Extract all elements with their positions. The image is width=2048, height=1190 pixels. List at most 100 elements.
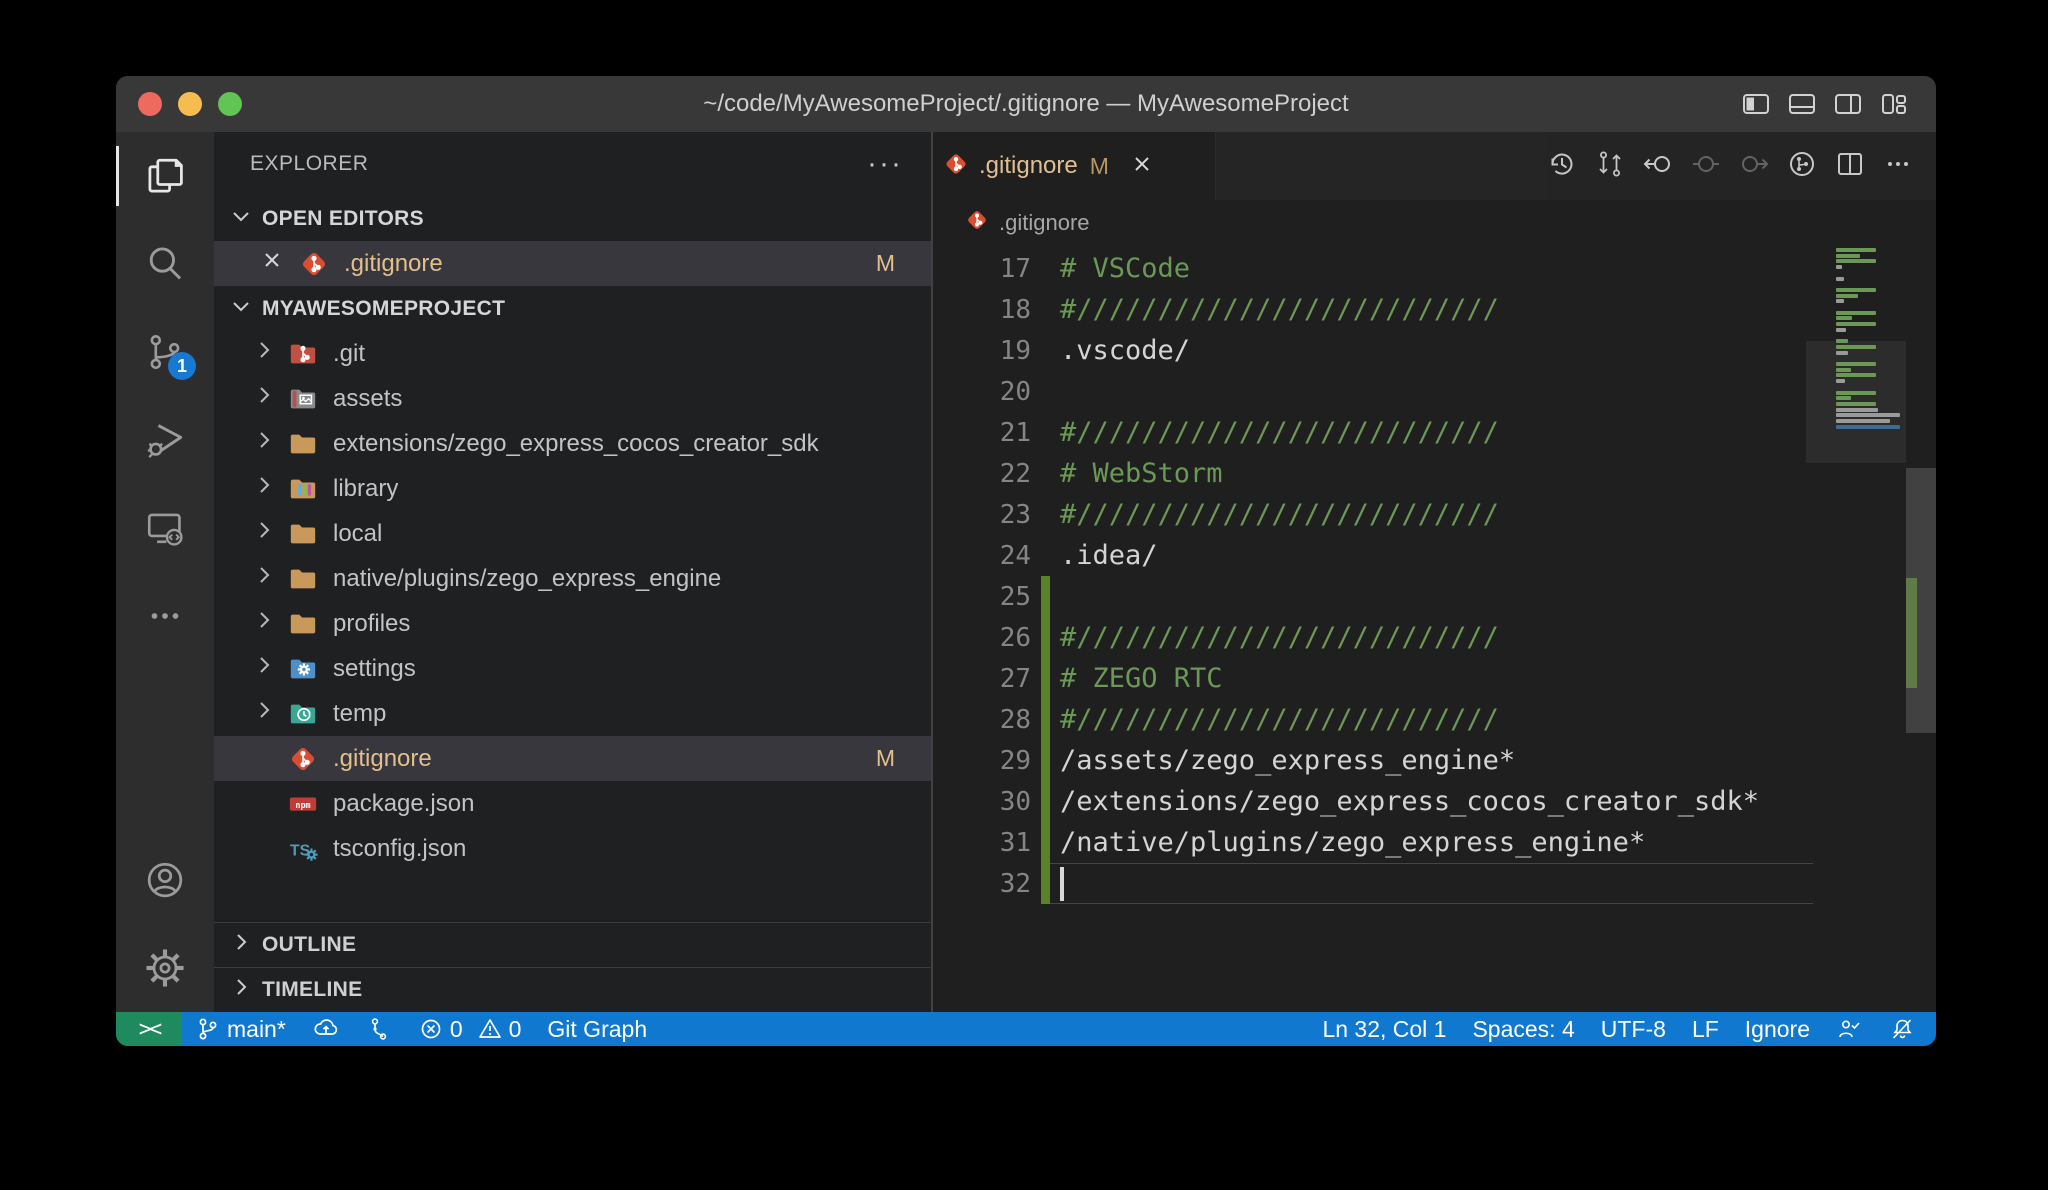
code-line[interactable]: 20 bbox=[933, 371, 1816, 412]
text-cursor bbox=[1060, 867, 1064, 901]
outline-section-header[interactable]: OUTLINE bbox=[214, 922, 931, 967]
close-editor-icon[interactable] bbox=[258, 246, 288, 281]
feedback-icon[interactable] bbox=[1823, 1016, 1876, 1043]
temp-folder-icon bbox=[287, 699, 319, 729]
problems-item[interactable]: 0 0 bbox=[405, 1012, 535, 1046]
tree-item[interactable]: TS tsconfig.json bbox=[214, 826, 931, 871]
code-line[interactable]: 22 # WebStorm bbox=[933, 453, 1816, 494]
eol-item[interactable]: LF bbox=[1679, 1016, 1732, 1043]
remote-indicator[interactable]: >< bbox=[116, 1012, 182, 1046]
code-line[interactable]: 28 #////////////////////////// bbox=[933, 699, 1816, 740]
code-line[interactable]: 18 #////////////////////////// bbox=[933, 289, 1816, 330]
accounts-icon[interactable] bbox=[116, 836, 214, 924]
added-line-gutter-marker bbox=[1041, 740, 1050, 781]
modified-badge: M bbox=[876, 745, 895, 772]
git-graph-label: Git Graph bbox=[547, 1016, 647, 1043]
code-line[interactable]: 31 /native/plugins/zego_express_engine* bbox=[933, 822, 1816, 863]
breadcrumb[interactable]: .gitignore bbox=[933, 200, 1936, 246]
more-actions-icon[interactable] bbox=[1882, 148, 1914, 185]
tree-item[interactable]: assets bbox=[214, 376, 931, 421]
indentation-item[interactable]: Spaces: 4 bbox=[1459, 1016, 1587, 1043]
sidebar-spacer bbox=[214, 871, 931, 922]
encoding-item[interactable]: UTF-8 bbox=[1588, 1016, 1679, 1043]
split-editor-icon[interactable] bbox=[1834, 148, 1866, 185]
code-text: .vscode/ bbox=[1060, 335, 1190, 366]
minimap-line bbox=[1836, 408, 1878, 412]
git-graph-icon[interactable] bbox=[1786, 148, 1818, 185]
language-mode-item[interactable]: Ignore bbox=[1732, 1016, 1823, 1043]
code-line[interactable]: 19 .vscode/ bbox=[933, 330, 1816, 371]
remote-explorer-icon[interactable] bbox=[116, 484, 214, 572]
run-and-debug-icon[interactable] bbox=[116, 396, 214, 484]
branch-item[interactable]: main* bbox=[182, 1012, 299, 1046]
code-line[interactable]: 27 # ZEGO RTC bbox=[933, 658, 1816, 699]
toggle-panel-icon[interactable] bbox=[1786, 88, 1818, 120]
code-text: /assets/zego_express_engine* bbox=[1060, 745, 1515, 776]
change-dot-icon[interactable] bbox=[1690, 148, 1722, 185]
previous-change-icon[interactable] bbox=[1642, 148, 1674, 185]
error-count: 0 bbox=[450, 1016, 463, 1043]
code-line[interactable]: 21 #////////////////////////// bbox=[933, 412, 1816, 453]
tree-item[interactable]: library bbox=[214, 466, 931, 511]
editor-scrollbar[interactable] bbox=[1906, 246, 1936, 1012]
code-line[interactable]: 29 /assets/zego_express_engine* bbox=[933, 740, 1816, 781]
explorer-more-actions-icon[interactable]: ··· bbox=[867, 147, 903, 181]
screenshot-stage: ~/code/MyAwesomeProject/.gitignore — MyA… bbox=[0, 0, 2048, 1190]
minimap-line bbox=[1836, 373, 1876, 377]
library-folder-icon bbox=[287, 474, 319, 504]
more-views-icon[interactable] bbox=[116, 572, 214, 660]
source-control-icon[interactable]: 1 bbox=[116, 308, 214, 396]
zoom-window-button[interactable] bbox=[218, 92, 242, 116]
minimize-window-button[interactable] bbox=[178, 92, 202, 116]
code-line[interactable]: 32 bbox=[933, 863, 1816, 904]
open-editors-header[interactable]: OPEN EDITORS bbox=[214, 196, 931, 241]
tab-close-icon[interactable] bbox=[1129, 151, 1155, 182]
settings-gear-icon[interactable] bbox=[116, 924, 214, 1012]
code-line[interactable]: 17 # VSCode bbox=[933, 248, 1816, 289]
tree-item[interactable]: settings bbox=[214, 646, 931, 691]
timeline-history-icon[interactable] bbox=[1546, 148, 1578, 185]
code-text: # VSCode bbox=[1060, 253, 1190, 284]
tree-item[interactable]: .git bbox=[214, 331, 931, 376]
tree-item[interactable]: temp bbox=[214, 691, 931, 736]
chevron-right-icon bbox=[251, 697, 277, 730]
tree-item[interactable]: profiles bbox=[214, 601, 931, 646]
minimap-line bbox=[1836, 379, 1845, 383]
toggle-primary-sidebar-icon[interactable] bbox=[1740, 88, 1772, 120]
sync-changes-icon[interactable] bbox=[299, 1012, 353, 1046]
scrollbar-slider[interactable] bbox=[1906, 468, 1936, 733]
explorer-icon[interactable] bbox=[116, 132, 214, 220]
project-header[interactable]: MYAWESOMEPROJECT bbox=[214, 286, 931, 331]
code-line[interactable]: 25 bbox=[933, 576, 1816, 617]
open-editor-row[interactable]: .gitignore M bbox=[214, 241, 931, 286]
tree-item[interactable]: .gitignore M bbox=[214, 736, 931, 781]
tab-gitignore[interactable]: .gitignore M bbox=[933, 132, 1216, 200]
tree-item[interactable]: native/plugins/zego_express_engine bbox=[214, 556, 931, 601]
customize-layout-icon[interactable] bbox=[1878, 88, 1910, 120]
code-line[interactable]: 24 .idea/ bbox=[933, 535, 1816, 576]
open-changes-icon[interactable] bbox=[1594, 148, 1626, 185]
tree-item[interactable]: local bbox=[214, 511, 931, 556]
chevron-right-icon bbox=[251, 337, 277, 370]
code-lines[interactable]: 17 # VSCode 18 #////////////////////////… bbox=[933, 248, 1816, 904]
code-line[interactable]: 30 /extensions/zego_express_cocos_creato… bbox=[933, 781, 1816, 822]
code-line[interactable]: 26 #////////////////////////// bbox=[933, 617, 1816, 658]
close-window-button[interactable] bbox=[138, 92, 162, 116]
tree-item[interactable]: extensions/zego_express_cocos_creator_sd… bbox=[214, 421, 931, 466]
editor-content[interactable]: 17 # VSCode 18 #////////////////////////… bbox=[933, 246, 1936, 1012]
notifications-muted-icon[interactable] bbox=[1876, 1016, 1936, 1043]
git-graph-item[interactable]: Git Graph bbox=[534, 1012, 660, 1046]
code-line[interactable]: 23 #////////////////////////// bbox=[933, 494, 1816, 535]
open-editors-label: OPEN EDITORS bbox=[262, 207, 424, 231]
line-number: 23 bbox=[933, 500, 1031, 530]
git-graph-status-icon[interactable] bbox=[353, 1012, 405, 1046]
timeline-section-header[interactable]: TIMELINE bbox=[214, 967, 931, 1012]
minimap-line bbox=[1836, 396, 1851, 400]
search-icon[interactable] bbox=[116, 220, 214, 308]
tree-item[interactable]: npm package.json bbox=[214, 781, 931, 826]
file-tree: .git assets extensions/zego_express_coco… bbox=[214, 331, 931, 871]
next-change-icon[interactable] bbox=[1738, 148, 1770, 185]
toggle-secondary-sidebar-icon[interactable] bbox=[1832, 88, 1864, 120]
tree-item-label: package.json bbox=[333, 790, 474, 818]
cursor-position-item[interactable]: Ln 32, Col 1 bbox=[1309, 1016, 1459, 1043]
